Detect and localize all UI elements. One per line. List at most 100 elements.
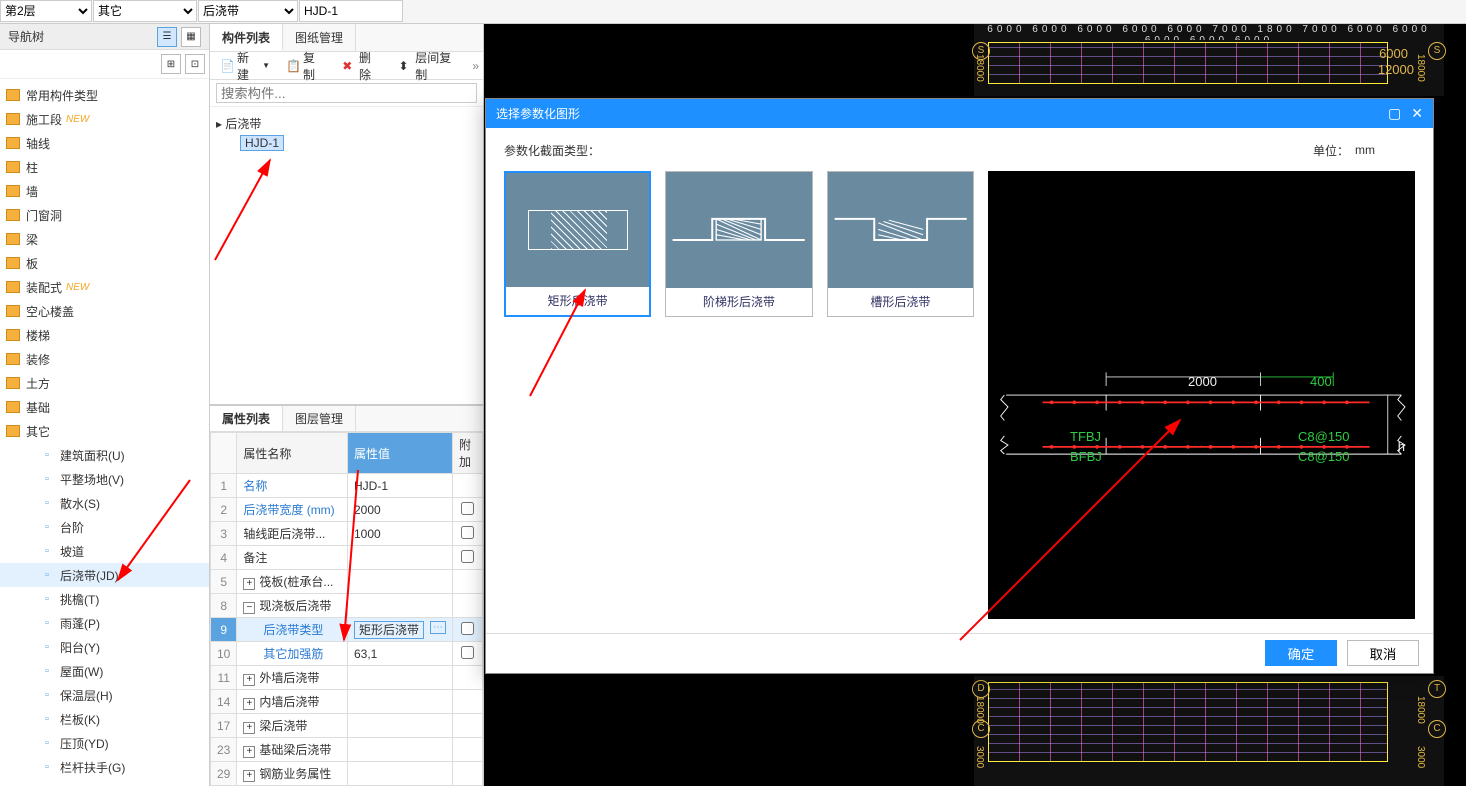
- prop-row-23[interactable]: 23+基础梁后浇带: [211, 738, 483, 762]
- nav-subitem-8[interactable]: ▫阳台(Y): [0, 635, 209, 659]
- component-tree[interactable]: ▸ 后浇带 HJD-1: [210, 107, 483, 404]
- nav-item-9[interactable]: 空心楼盖: [0, 299, 209, 323]
- attach-checkbox[interactable]: [461, 550, 474, 563]
- component-search-input[interactable]: [216, 83, 477, 103]
- dialog-close-icon[interactable]: ✕: [1411, 105, 1423, 122]
- sub-icon: ▫: [40, 712, 54, 726]
- nav-subitem-1[interactable]: ▫平整场地(V): [0, 467, 209, 491]
- expand-icon[interactable]: −: [243, 602, 255, 614]
- nav-item-13[interactable]: 基础: [0, 395, 209, 419]
- nav-subitem-7[interactable]: ▫雨蓬(P): [0, 611, 209, 635]
- expand-icon[interactable]: +: [243, 770, 255, 782]
- prop-row-5[interactable]: 5+筏板(桩承台...: [211, 570, 483, 594]
- new-button[interactable]: 📄新建 ▼: [214, 55, 276, 77]
- prop-row-4[interactable]: 4备注: [211, 546, 483, 570]
- nav-item-12[interactable]: 土方: [0, 371, 209, 395]
- folder-icon: [6, 113, 20, 125]
- nav-item-14[interactable]: 其它: [0, 419, 209, 443]
- nav-subitem-6[interactable]: ▫挑檐(T): [0, 587, 209, 611]
- nav-subitem-13[interactable]: ▫栏杆扶手(G): [0, 755, 209, 779]
- nav-subitem-12[interactable]: ▫压顶(YD): [0, 731, 209, 755]
- folder-icon: [6, 137, 20, 149]
- floor-select[interactable]: 第2层: [0, 0, 92, 22]
- expand-icon[interactable]: +: [243, 746, 255, 758]
- expand-icon[interactable]: +: [243, 578, 255, 590]
- nav-item-8[interactable]: 装配式NEW: [0, 275, 209, 299]
- nav-item-11[interactable]: 装修: [0, 347, 209, 371]
- prop-col-name[interactable]: 属性名称: [237, 433, 348, 474]
- section-card-2[interactable]: 槽形后浇带: [827, 171, 974, 317]
- dialog-titlebar[interactable]: 选择参数化图形 ▢ ✕: [486, 99, 1433, 128]
- expand-icon[interactable]: +: [243, 722, 255, 734]
- tab-component-list[interactable]: 构件列表: [210, 24, 283, 51]
- sub-icon: ▫: [40, 760, 54, 774]
- folder-icon: [6, 233, 20, 245]
- grid-view-icon[interactable]: ▦: [181, 27, 201, 47]
- prop-row-1[interactable]: 1名称HJD-1: [211, 474, 483, 498]
- prop-row-11[interactable]: 11+外墙后浇带: [211, 666, 483, 690]
- dialog-preview-canvas[interactable]: 2000 400 h TFBJ BFBJ C8@150 C8@150: [988, 171, 1415, 619]
- dialog-maximize-icon[interactable]: ▢: [1388, 105, 1401, 122]
- list-view-icon[interactable]: ☰: [157, 27, 177, 47]
- tab-property-list[interactable]: 属性列表: [210, 406, 283, 431]
- delete-button[interactable]: ✖删除: [336, 55, 388, 77]
- prop-row-2[interactable]: 2后浇带宽度 (mm)2000: [211, 498, 483, 522]
- prop-row-10[interactable]: 10其它加强筋63,1: [211, 642, 483, 666]
- section-card-0[interactable]: 矩形后浇带: [504, 171, 651, 317]
- ok-button[interactable]: 确定: [1265, 640, 1337, 666]
- prop-row-17[interactable]: 17+梁后浇带: [211, 714, 483, 738]
- nav-subitem-4[interactable]: ▫坡道: [0, 539, 209, 563]
- layer-copy-button[interactable]: ⬍层间复制: [393, 55, 469, 77]
- unit-label: 单位：: [1313, 142, 1349, 159]
- nav-subitem-10[interactable]: ▫保温层(H): [0, 683, 209, 707]
- prop-col-attach[interactable]: 附加: [453, 433, 483, 474]
- folder-icon: [6, 89, 20, 101]
- nav-item-5[interactable]: 门窗洞: [0, 203, 209, 227]
- instance-input[interactable]: [299, 0, 403, 22]
- prop-row-9[interactable]: 9后浇带类型矩形后浇带⋯: [211, 618, 483, 642]
- nav-subitem-11[interactable]: ▫栏板(K): [0, 707, 209, 731]
- ellipsis-button[interactable]: ⋯: [430, 621, 446, 634]
- prop-value-input[interactable]: 矩形后浇带⋯: [354, 621, 424, 639]
- nav-item-10[interactable]: 楼梯: [0, 323, 209, 347]
- nav-item-6[interactable]: 梁: [0, 227, 209, 251]
- category-select[interactable]: 其它: [93, 0, 197, 22]
- parametric-shape-dialog: 选择参数化图形 ▢ ✕ 参数化截面类型： 单位： mm 矩形后浇带阶梯形后浇带槽…: [485, 98, 1434, 674]
- prop-row-3[interactable]: 3轴线距后浇带...1000: [211, 522, 483, 546]
- attach-checkbox[interactable]: [461, 646, 474, 659]
- prop-row-29[interactable]: 29+钢筋业务属性: [211, 762, 483, 786]
- nav-subitem-3[interactable]: ▫台阶: [0, 515, 209, 539]
- attach-checkbox[interactable]: [461, 502, 474, 515]
- nav-item-2[interactable]: 轴线: [0, 131, 209, 155]
- expand-icon[interactable]: +: [243, 674, 255, 686]
- nav-subitem-2[interactable]: ▫散水(S): [0, 491, 209, 515]
- prop-row-8[interactable]: 8−现浇板后浇带: [211, 594, 483, 618]
- folder-icon: [6, 377, 20, 389]
- nav-item-1[interactable]: 施工段NEW: [0, 107, 209, 131]
- label-bfbj: BFBJ: [1070, 449, 1102, 464]
- nav-subitem-9[interactable]: ▫屋面(W): [0, 659, 209, 683]
- nav-search-btn2[interactable]: ⊡: [185, 54, 205, 74]
- nav-search-btn1[interactable]: ⊞: [161, 54, 181, 74]
- expand-icon[interactable]: +: [243, 698, 255, 710]
- section-card-1[interactable]: 阶梯形后浇带: [665, 171, 812, 317]
- tab-drawing-mgmt[interactable]: 图纸管理: [283, 24, 356, 51]
- prop-row-14[interactable]: 14+内墙后浇带: [211, 690, 483, 714]
- nav-item-0[interactable]: 常用构件类型: [0, 83, 209, 107]
- tab-layer-mgmt[interactable]: 图层管理: [283, 406, 356, 431]
- comp-tree-item[interactable]: HJD-1: [216, 134, 477, 152]
- nav-subitem-0[interactable]: ▫建筑面积(U): [0, 443, 209, 467]
- attach-checkbox[interactable]: [461, 622, 474, 635]
- cancel-button[interactable]: 取消: [1347, 640, 1419, 666]
- nav-item-7[interactable]: 板: [0, 251, 209, 275]
- prop-col-value[interactable]: 属性值: [347, 433, 452, 474]
- toolbar-more[interactable]: »: [472, 59, 479, 73]
- attach-checkbox[interactable]: [461, 526, 474, 539]
- copy-button[interactable]: 📋复制: [280, 55, 332, 77]
- component-type-select[interactable]: 后浇带: [198, 0, 298, 22]
- nav-item-3[interactable]: 柱: [0, 155, 209, 179]
- nav-subitem-5[interactable]: ▫后浇带(JD): [0, 563, 209, 587]
- nav-item-4[interactable]: 墙: [0, 179, 209, 203]
- comp-tree-root[interactable]: ▸ 后浇带: [216, 113, 477, 134]
- nav-tree[interactable]: 常用构件类型施工段NEW轴线柱墙门窗洞梁板装配式NEW空心楼盖楼梯装修土方基础其…: [0, 79, 209, 786]
